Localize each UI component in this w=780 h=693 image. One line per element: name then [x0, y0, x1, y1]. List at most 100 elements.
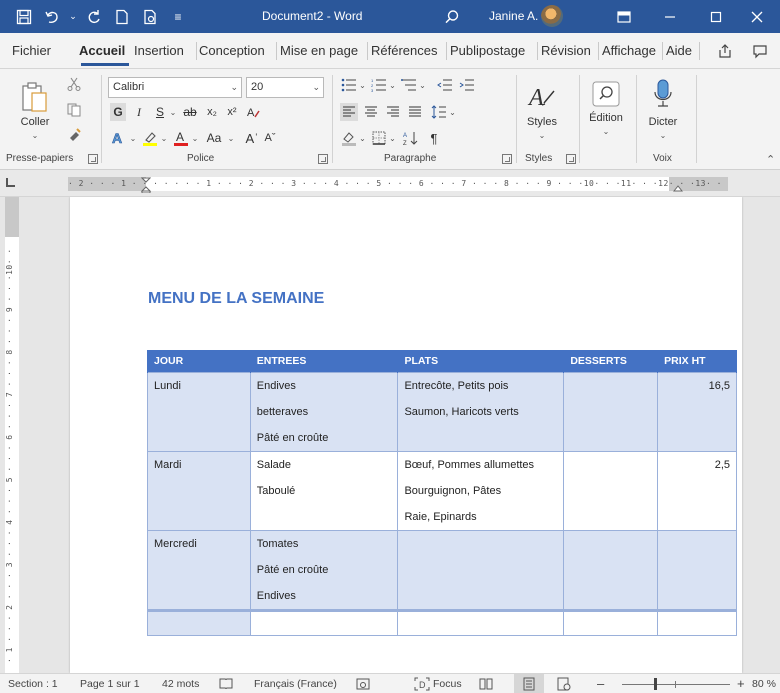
language-indicator[interactable]: Français (France): [254, 674, 337, 693]
font-color-icon[interactable]: A: [172, 129, 190, 147]
table-cell[interactable]: [397, 529, 565, 611]
share-icon[interactable]: [713, 39, 737, 63]
tab-conception[interactable]: Conception: [199, 33, 274, 69]
new-document-icon[interactable]: [110, 5, 134, 29]
table-cell[interactable]: [657, 529, 737, 611]
save-icon[interactable]: [12, 5, 36, 29]
align-center-icon[interactable]: [362, 103, 380, 121]
font-size-dropdown-icon[interactable]: ⌄: [312, 78, 320, 97]
minimize-icon[interactable]: [647, 0, 693, 33]
ribbon-display-options-icon[interactable]: [601, 0, 647, 33]
search-icon[interactable]: [440, 5, 464, 29]
font-launcher-icon[interactable]: [318, 154, 328, 164]
increase-indent-icon[interactable]: [458, 76, 476, 94]
table-cell[interactable]: [563, 371, 659, 452]
font-name-combo[interactable]: Calibri ⌄: [108, 77, 242, 98]
table-cell[interactable]: [563, 529, 659, 611]
superscript-icon[interactable]: x²: [224, 103, 240, 121]
table-header-cell[interactable]: JOUR: [147, 350, 251, 372]
paste-dropdown-icon[interactable]: ⌄: [30, 131, 40, 140]
borders-dropdown-icon[interactable]: ⌄: [388, 129, 397, 147]
maximize-icon[interactable]: [693, 0, 739, 33]
zoom-slider-thumb[interactable]: [654, 678, 657, 690]
document-page[interactable]: MENU DE LA SEMAINE JOUR ENTREES PLATS DE…: [70, 197, 742, 673]
indent-marker-icon[interactable]: [141, 177, 151, 193]
collapse-ribbon-icon[interactable]: ⌃: [766, 153, 775, 166]
justify-icon[interactable]: [406, 103, 424, 121]
table-cell[interactable]: 16,5: [657, 371, 737, 452]
section-indicator[interactable]: Section : 1: [8, 674, 58, 693]
document-heading[interactable]: MENU DE LA SEMAINE: [148, 290, 324, 308]
table-cell[interactable]: [397, 608, 565, 636]
line-spacing-dropdown-icon[interactable]: ⌄: [448, 103, 457, 121]
undo-dropdown-icon[interactable]: ⌄: [68, 5, 78, 29]
styles-icon[interactable]: A: [524, 77, 558, 113]
underline-icon[interactable]: S: [152, 103, 168, 121]
right-indent-marker-icon[interactable]: [673, 183, 683, 192]
align-right-icon[interactable]: [384, 103, 402, 121]
strikethrough-icon[interactable]: ab: [180, 103, 200, 121]
word-count[interactable]: 42 mots: [162, 674, 199, 693]
paste-icon[interactable]: [20, 79, 50, 115]
tab-affichage[interactable]: Affichage: [602, 33, 661, 69]
tab-publipostage[interactable]: Publipostage: [450, 33, 536, 69]
customize-toolbar-icon[interactable]: ≡: [166, 5, 190, 29]
styles-launcher-icon[interactable]: [566, 154, 576, 164]
cut-icon[interactable]: [65, 75, 83, 93]
highlight-icon[interactable]: [141, 129, 159, 147]
read-mode-icon[interactable]: [479, 674, 493, 693]
table-cell[interactable]: Entrecôte, Petits pois Saumon, Haricots …: [397, 371, 565, 452]
close-icon[interactable]: [734, 0, 780, 33]
table-header-cell[interactable]: ENTREES: [249, 350, 399, 372]
clipboard-launcher-icon[interactable]: [88, 154, 98, 164]
bold-icon[interactable]: G: [110, 103, 126, 121]
editing-dropdown-icon[interactable]: ⌄: [601, 127, 611, 136]
dictate-dropdown-icon[interactable]: ⌄: [658, 131, 668, 140]
tab-insertion[interactable]: Insertion: [134, 33, 195, 69]
line-spacing-icon[interactable]: [430, 103, 448, 121]
text-effects-icon[interactable]: A: [110, 129, 128, 147]
shading-dropdown-icon[interactable]: ⌄: [358, 129, 367, 147]
grow-font-icon[interactable]: Aˈ: [244, 129, 260, 147]
table-cell[interactable]: [563, 450, 659, 531]
table-header-cell[interactable]: PLATS: [397, 350, 565, 372]
table-cell[interactable]: 2,5: [657, 450, 737, 531]
font-size-combo[interactable]: 20 ⌄: [246, 77, 324, 98]
table-cell[interactable]: [657, 608, 737, 636]
table-cell[interactable]: [563, 608, 659, 636]
subscript-icon[interactable]: x₂: [204, 103, 220, 121]
change-case-dropdown-icon[interactable]: ⌄: [226, 129, 236, 147]
find-icon[interactable]: [589, 79, 623, 109]
redo-icon[interactable]: [82, 5, 106, 29]
tab-aide[interactable]: Aide: [666, 33, 697, 69]
styles-dropdown-icon[interactable]: ⌄: [537, 131, 547, 140]
change-case-button[interactable]: Aa: [202, 129, 226, 147]
numbering-dropdown-icon[interactable]: ⌄: [388, 76, 397, 94]
zoom-slider-track[interactable]: [622, 684, 730, 685]
table-cell[interactable]: Mercredi: [147, 529, 251, 611]
tab-revision[interactable]: Révision: [541, 33, 597, 69]
tab-selector-icon[interactable]: [6, 178, 15, 187]
table-cell[interactable]: [249, 608, 399, 636]
web-layout-icon[interactable]: [557, 674, 571, 693]
table-cell[interactable]: Salade Taboulé: [249, 450, 399, 531]
comments-icon[interactable]: [748, 39, 772, 63]
tab-mise-en-page[interactable]: Mise en page: [280, 33, 366, 69]
zoom-out-icon[interactable]: –: [597, 674, 604, 693]
table-header-cell[interactable]: PRIX HT: [657, 350, 737, 372]
focus-icon[interactable]: D: [414, 674, 430, 693]
zoom-level[interactable]: 80 %: [752, 674, 776, 693]
clear-formatting-icon[interactable]: A: [244, 103, 264, 121]
page-indicator[interactable]: Page 1 sur 1: [80, 674, 140, 693]
table-cell[interactable]: Tomates Pâté en croûte Endives: [249, 529, 399, 611]
format-painter-icon[interactable]: [65, 125, 83, 143]
decrease-indent-icon[interactable]: [436, 76, 454, 94]
tab-references[interactable]: Références: [371, 33, 445, 69]
print-layout-icon[interactable]: [514, 674, 544, 693]
table-cell[interactable]: Endives betteraves Pâté en croûte: [249, 371, 399, 452]
focus-label[interactable]: Focus: [433, 674, 462, 693]
font-color-dropdown-icon[interactable]: ⌄: [190, 129, 200, 147]
avatar[interactable]: [541, 5, 563, 27]
table-cell[interactable]: Lundi: [147, 371, 251, 452]
copy-icon[interactable]: [65, 101, 83, 119]
